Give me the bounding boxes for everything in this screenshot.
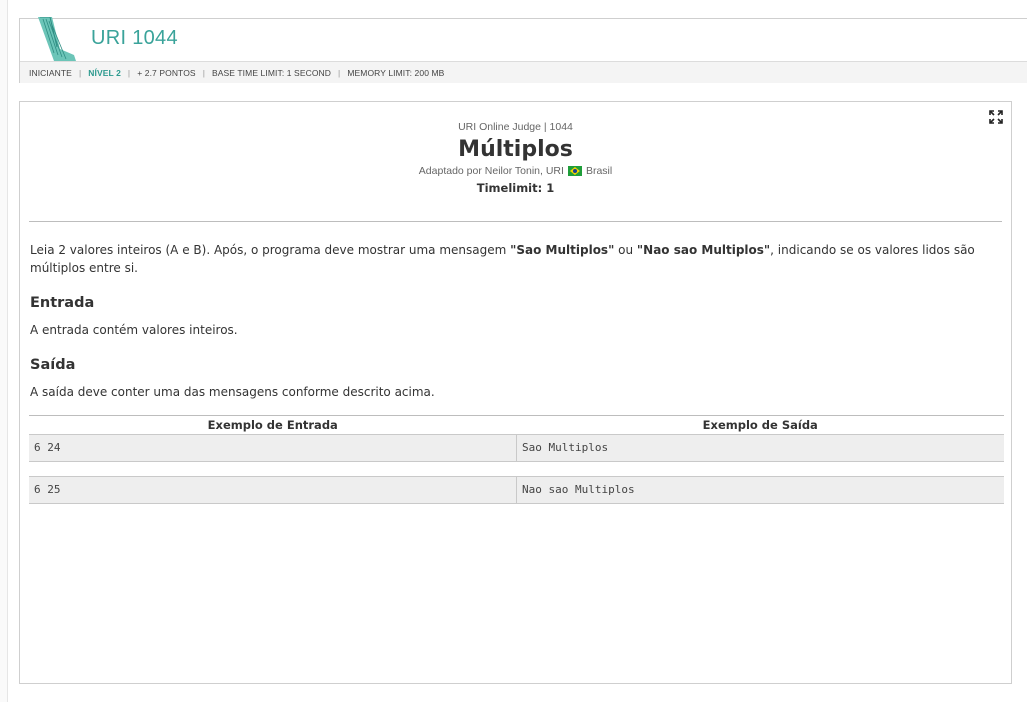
problem-title: Múltiplos xyxy=(458,137,573,162)
problem-card: URI Online Judge | 1044 Múltiplos Adapta… xyxy=(19,101,1012,684)
description-text: Leia 2 valores inteiros (A e B). Após, o… xyxy=(30,243,511,257)
author-name: Adaptado por Neilor Tonin, URI xyxy=(418,165,564,177)
uri-logo-icon xyxy=(38,17,76,61)
examples-table: Exemplo de Entrada Exemplo de Saída 6 24… xyxy=(29,415,1004,504)
page-edge xyxy=(0,0,8,702)
input-example-header: Exemplo de Entrada xyxy=(207,418,338,432)
author-line: Adaptado por Neilor Tonin, URI Brasil xyxy=(20,165,1011,177)
problem-title-block: URI Online Judge | 1044 Múltiplos Adapta… xyxy=(20,102,1011,195)
example-input: 6 25 xyxy=(34,483,61,496)
example-gap xyxy=(29,462,1004,476)
time-limit-label: BASE TIME LIMIT: 1 SECOND xyxy=(212,67,332,78)
separator: | xyxy=(202,67,205,78)
description-bold-text: "Sao Multiplos" xyxy=(510,243,615,257)
output-example-header: Exemplo de Saída xyxy=(702,418,818,432)
description-bold-text: "Nao sao Multiplos" xyxy=(636,243,771,257)
example-input: 6 24 xyxy=(34,441,61,454)
example-output: Sao Multiplos xyxy=(516,435,1004,461)
example-row: 6 25 Nao sao Multiplos xyxy=(29,476,1004,504)
separator: | xyxy=(127,67,131,78)
author-country: Brasil xyxy=(585,165,613,177)
input-description: A entrada contém valores inteiros. xyxy=(30,323,238,337)
problem-code: URI 1044 xyxy=(91,27,178,49)
divider xyxy=(29,221,1002,222)
problem-description: Leia 2 valores inteiros (A e B). Após, o… xyxy=(30,241,1003,277)
problem-content: Leia 2 valores inteiros (A e B). Após, o… xyxy=(30,241,1003,401)
brazil-flag-icon xyxy=(567,166,582,176)
category-label[interactable]: INICIANTE xyxy=(29,68,72,78)
memory-limit-label: MEMORY LIMIT: 200 MB xyxy=(347,67,445,78)
problem-meta-bar: INICIANTE | NÍVEL 2 | + 2.7 PONTOS | BAS… xyxy=(20,61,1027,83)
expand-icon[interactable] xyxy=(989,110,1003,124)
example-row: 6 24 Sao Multiplos xyxy=(29,434,1004,462)
timelimit: Timelimit: 1 xyxy=(476,181,555,195)
output-description: A saída deve conter uma das mensagens co… xyxy=(30,385,435,399)
example-output: Nao sao Multiplos xyxy=(516,477,1004,503)
problem-header: URI 1044 INICIANTE | NÍVEL 2 | + 2.7 PON… xyxy=(19,17,1027,83)
judge-line: URI Online Judge | 1044 xyxy=(458,121,573,133)
level-label[interactable]: NÍVEL 2 xyxy=(88,68,121,78)
separator: | xyxy=(78,67,82,78)
input-heading: Entrada xyxy=(30,295,95,311)
points-label: + 2.7 PONTOS xyxy=(137,67,196,78)
separator: | xyxy=(338,67,341,78)
description-text: ou xyxy=(614,243,637,257)
examples-header: Exemplo de Entrada Exemplo de Saída xyxy=(29,416,1004,434)
output-heading: Saída xyxy=(30,357,76,373)
